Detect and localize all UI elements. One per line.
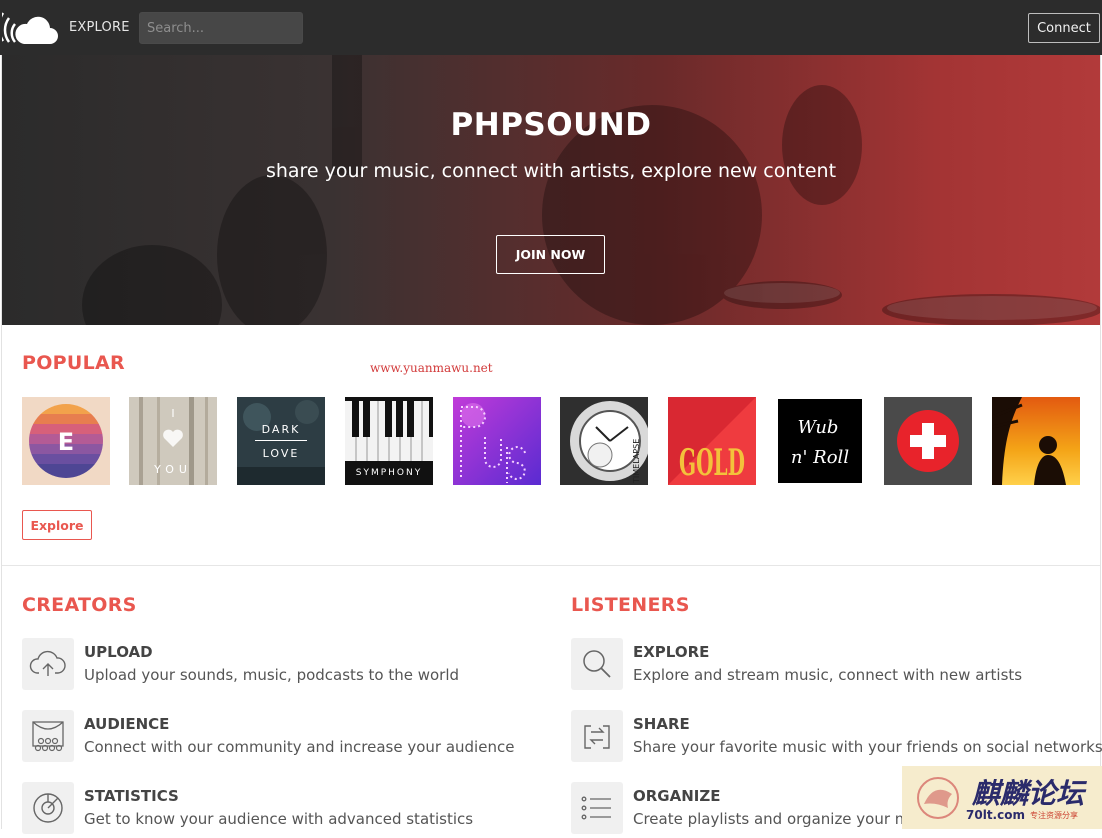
hero-subtitle: share your music, connect with artists, … — [265, 160, 837, 182]
share-icon — [571, 710, 623, 762]
section-divider — [2, 565, 1100, 566]
track-tile-plus-cross[interactable] — [884, 397, 972, 485]
popular-explore-button[interactable]: Explore — [22, 510, 92, 540]
forum-watermark-badge: 麒麟论坛 70lt.com 专注资源分享 — [902, 766, 1102, 829]
watermark-text: www.yuanmawu.net — [370, 361, 493, 375]
feature-audience-desc: Connect with our community and increase … — [84, 738, 515, 756]
listeners-title: LISTENERS — [571, 594, 690, 616]
tile-e-label: E — [58, 428, 74, 456]
feature-organize-title: ORGANIZE — [633, 787, 721, 805]
track-tile-pulse[interactable] — [453, 397, 541, 485]
feature-upload-desc: Upload your sounds, music, podcasts to t… — [84, 666, 460, 684]
feature-organize-desc: Create playlists and organize your music — [633, 810, 940, 828]
feature-statistics-title: STATISTICS — [84, 787, 179, 805]
badge-forum-domain: 70lt.com — [966, 808, 1025, 822]
page-border-right — [1100, 55, 1101, 829]
hero-title: PHPSOUND — [450, 107, 652, 143]
feature-audience-title: AUDIENCE — [84, 715, 170, 733]
track-tile-wub-n-roll[interactable]: Wub n' Roll — [776, 397, 864, 485]
list-icon — [571, 782, 623, 834]
svg-text:DARK: DARK — [262, 423, 301, 436]
track-tile-i-love-you[interactable]: I YOU — [129, 397, 217, 485]
svg-text:Wub: Wub — [798, 417, 839, 438]
feature-share-desc: Share your favorite music with your frie… — [633, 738, 1102, 756]
svg-text:I: I — [171, 407, 174, 420]
cloud-upload-icon — [22, 638, 74, 690]
creators-title: CREATORS — [22, 594, 137, 616]
popular-title: POPULAR — [22, 352, 125, 374]
qilin-logo-icon — [917, 777, 959, 819]
track-tile-timelapse[interactable]: TIMELAPSE — [560, 397, 648, 485]
badge-forum-name: 麒麟论坛 — [972, 777, 1085, 810]
svg-text:SYMPHONY: SYMPHONY — [356, 468, 422, 478]
track-tile-gold[interactable]: GOLD — [668, 397, 756, 485]
feature-explore-desc: Explore and stream music, connect with n… — [633, 666, 1023, 684]
statistics-icon — [22, 782, 74, 834]
search-icon — [571, 638, 623, 690]
concert-background-image — [82, 55, 1100, 325]
track-tile-dark-love[interactable]: DARK LOVE — [237, 397, 325, 485]
feature-upload-title: UPLOAD — [84, 643, 153, 661]
svg-text:LOVE: LOVE — [263, 447, 300, 460]
connect-button[interactable]: Connect — [1028, 13, 1100, 43]
feature-share-title: SHARE — [633, 715, 690, 733]
track-tile-symphony[interactable]: SYMPHONY — [345, 397, 433, 485]
svg-text:YOU: YOU — [153, 463, 192, 476]
join-now-button[interactable]: JOIN NOW — [496, 235, 605, 274]
top-navigation-bar: EXPLORE Connect — [0, 0, 1102, 55]
cloud-logo-icon[interactable] — [2, 8, 58, 48]
svg-text:TIMELAPSE: TIMELAPSE — [632, 439, 641, 484]
badge-forum-slogan: 专注资源分享 — [1030, 811, 1078, 820]
svg-text:GOLD: GOLD — [679, 442, 745, 484]
feature-statistics-desc: Get to know your audience with advanced … — [84, 810, 474, 828]
svg-text:n' Roll: n' Roll — [791, 447, 849, 468]
audience-icon — [22, 710, 74, 762]
track-tile-e-album[interactable]: E — [22, 397, 110, 485]
search-input[interactable] — [139, 12, 303, 44]
hero-banner: PHPSOUND share your music, connect with … — [2, 55, 1100, 325]
nav-explore-link[interactable]: EXPLORE — [69, 20, 130, 35]
track-tile-sunset-silhouette[interactable] — [992, 397, 1080, 485]
feature-explore-title: EXPLORE — [633, 643, 710, 661]
page-border-left — [1, 55, 2, 829]
